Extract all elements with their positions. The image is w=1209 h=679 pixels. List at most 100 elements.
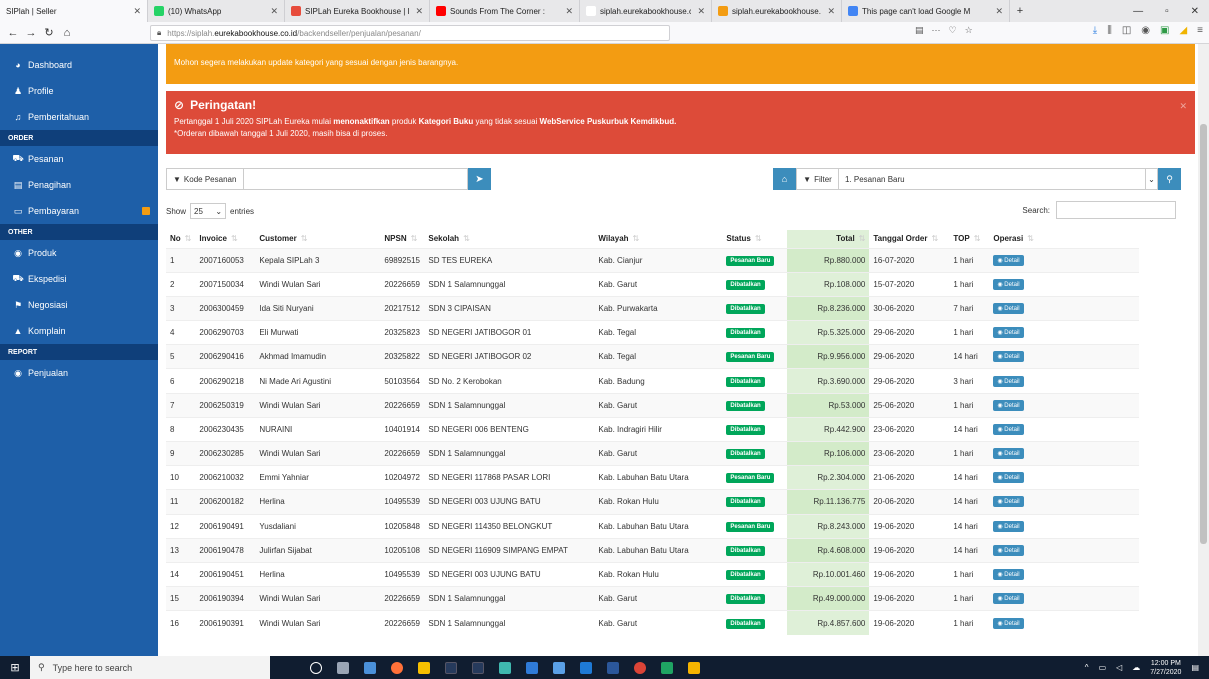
close-window-icon[interactable]: ✕ xyxy=(1191,6,1199,17)
tab-close-icon[interactable]: ✕ xyxy=(995,6,1003,17)
app-icon-4[interactable] xyxy=(526,661,538,674)
volume-icon[interactable]: ◁ xyxy=(1116,663,1122,672)
sidebar-item-negosiasi[interactable]: ⚑ Negosiasi xyxy=(0,292,158,318)
browser-tab[interactable]: siplah.eurekabookhouse.co.id/bac ✕ xyxy=(580,0,712,22)
detail-button[interactable]: ◉ Detail xyxy=(993,278,1024,290)
scrollbar-thumb[interactable] xyxy=(1200,124,1207,544)
task-view-icon[interactable] xyxy=(337,661,349,674)
detail-button[interactable]: ◉ Detail xyxy=(993,399,1024,411)
tab-close-icon[interactable]: ✕ xyxy=(415,6,423,17)
detail-button[interactable]: ◉ Detail xyxy=(993,520,1024,532)
detail-button[interactable]: ◉ Detail xyxy=(993,496,1024,508)
sidebar-item-pesanan[interactable]: ⛟ Pesanan xyxy=(0,146,158,172)
app-icon-7[interactable] xyxy=(688,661,700,674)
onedrive-icon[interactable]: ☁ xyxy=(1132,663,1140,672)
column-header-invoice[interactable]: Invoice ⇅ xyxy=(195,230,255,248)
new-tab-button[interactable]: + xyxy=(1010,5,1030,17)
sidebar-item-komplain[interactable]: ▲ Komplain xyxy=(0,318,158,344)
app-icon-6[interactable] xyxy=(661,661,673,674)
detail-button[interactable]: ◉ Detail xyxy=(993,375,1024,387)
column-header-no[interactable]: No ⇅ xyxy=(166,230,195,248)
send-button[interactable]: ➤ xyxy=(468,168,491,190)
detail-button[interactable]: ◉ Detail xyxy=(993,351,1024,363)
column-header-status[interactable]: Status ⇅ xyxy=(722,230,787,248)
folder-icon[interactable] xyxy=(418,661,430,674)
app-icon-3[interactable] xyxy=(499,661,511,674)
home-icon[interactable]: ⌂ xyxy=(58,27,76,39)
taskbar-search[interactable]: ⚲ Type here to search xyxy=(30,656,270,679)
detail-button[interactable]: ◉ Detail xyxy=(993,569,1024,581)
detail-button[interactable]: ◉ Detail xyxy=(993,448,1024,460)
sidebar-item-dashboard[interactable]: ◕ Dashboard xyxy=(0,52,158,78)
reader-icon[interactable]: ▤ xyxy=(915,25,924,36)
more-icon[interactable]: ··· xyxy=(932,25,941,36)
edge-icon[interactable] xyxy=(580,661,592,674)
forward-icon[interactable]: → xyxy=(22,27,40,39)
browser-tab[interactable]: (10) WhatsApp ✕ xyxy=(148,0,285,22)
sidebar-item-pemberitahuan[interactable]: ♫ Pemberitahuan xyxy=(0,104,158,130)
column-header-total[interactable]: Total ⇅ xyxy=(787,230,870,248)
detail-button[interactable]: ◉ Detail xyxy=(993,472,1024,484)
sidebar-item-penjualan[interactable]: ◉ Penjualan xyxy=(0,360,158,386)
file-explorer-icon[interactable] xyxy=(364,661,376,674)
detail-button[interactable]: ◉ Detail xyxy=(993,544,1024,556)
detail-button[interactable]: ◉ Detail xyxy=(993,254,1024,266)
word-icon[interactable] xyxy=(607,661,619,674)
sidebar-item-penagihan[interactable]: ▤ Penagihan xyxy=(0,172,158,198)
sidebar-item-produk[interactable]: ◉ Produk xyxy=(0,240,158,266)
browser-tab[interactable]: SIPlah | Seller ✕ xyxy=(0,0,148,22)
maximize-icon[interactable]: ▫ xyxy=(1165,6,1169,17)
browser-tab[interactable]: siplah.eurekabookhouse.co.id ✕ xyxy=(712,0,842,22)
detail-button[interactable]: ◉ Detail xyxy=(993,593,1024,605)
column-header-top[interactable]: TOP ⇅ xyxy=(949,230,989,248)
detail-button[interactable]: ◉ Detail xyxy=(993,423,1024,435)
tray-chevron-icon[interactable]: ^ xyxy=(1085,663,1089,672)
extension3-icon[interactable]: ◢ xyxy=(1179,25,1187,36)
filter-search-button[interactable]: ⚲ xyxy=(1158,168,1181,190)
windows-start-icon[interactable]: ⊞ xyxy=(0,656,30,679)
url-bar[interactable]: 🔒︎ https://siplah. eurekabookhouse.co.id /… xyxy=(150,25,670,41)
sidebar-toggle-icon[interactable]: ◫ xyxy=(1122,25,1131,36)
cortana-icon[interactable] xyxy=(310,661,322,674)
sidebar-item-profile[interactable]: ♟ Profile xyxy=(0,78,158,104)
kode-pesanan-input[interactable] xyxy=(243,168,468,190)
pocket-icon[interactable]: ♡ xyxy=(949,25,957,36)
length-select[interactable]: 25 ⌄ xyxy=(190,203,227,219)
column-header-customer[interactable]: Customer ⇅ xyxy=(255,230,380,248)
column-header-operasi[interactable]: Operasi ⇅ xyxy=(989,230,1139,248)
column-header-tanggal-order[interactable]: Tanggal Order ⇅ xyxy=(869,230,949,248)
tab-close-icon[interactable]: ✕ xyxy=(133,6,141,17)
network-icon[interactable]: ▭ xyxy=(1099,663,1107,672)
column-header-npsn[interactable]: NPSN ⇅ xyxy=(380,230,424,248)
library-icon[interactable]: ⫼ xyxy=(1107,25,1112,36)
status-filter-select[interactable]: 1. Pesanan Baru ⌄ xyxy=(838,168,1158,190)
detail-button[interactable]: ◉ Detail xyxy=(993,617,1024,629)
taskbar-clock[interactable]: 12:00 PM 7/27/2020 xyxy=(1150,659,1181,677)
browser-tab[interactable]: This page can't load Google M ✕ xyxy=(842,0,1010,22)
close-alert-icon[interactable]: ✕ xyxy=(1179,101,1187,112)
browser-tab[interactable]: Sounds From The Corner : ✕ xyxy=(430,0,580,22)
table-search-input[interactable] xyxy=(1056,201,1176,219)
sidebar-item-pembayaran[interactable]: ▭ Pembayaran xyxy=(0,198,158,224)
reload-icon[interactable]: ↻ xyxy=(40,26,58,39)
chrome-icon[interactable] xyxy=(634,661,646,674)
tab-close-icon[interactable]: ✕ xyxy=(565,6,573,17)
tab-close-icon[interactable]: ✕ xyxy=(697,6,705,17)
app-icon-5[interactable] xyxy=(553,661,565,674)
download-icon[interactable]: ⤓ xyxy=(1093,25,1097,36)
back-icon[interactable]: ← xyxy=(4,27,22,39)
page-scrollbar[interactable] xyxy=(1198,44,1209,656)
browser-tab[interactable]: SIPLah Eureka Bookhouse | Bel ✕ xyxy=(285,0,430,22)
bookmark-star-icon[interactable]: ☆ xyxy=(965,25,973,36)
detail-button[interactable]: ◉ Detail xyxy=(993,302,1024,314)
app-icon-2[interactable] xyxy=(472,661,484,674)
minimize-icon[interactable]: — xyxy=(1133,6,1143,17)
tab-close-icon[interactable]: ✕ xyxy=(827,6,835,17)
firefox-icon[interactable] xyxy=(391,661,403,674)
extension-icon[interactable]: ◉ xyxy=(1141,25,1150,36)
column-header-wilayah[interactable]: Wilayah ⇅ xyxy=(594,230,722,248)
detail-button[interactable]: ◉ Detail xyxy=(993,327,1024,339)
menu-icon[interactable]: ≡ xyxy=(1197,25,1203,36)
tab-close-icon[interactable]: ✕ xyxy=(270,6,278,17)
extension2-icon[interactable]: ▣ xyxy=(1160,25,1169,36)
